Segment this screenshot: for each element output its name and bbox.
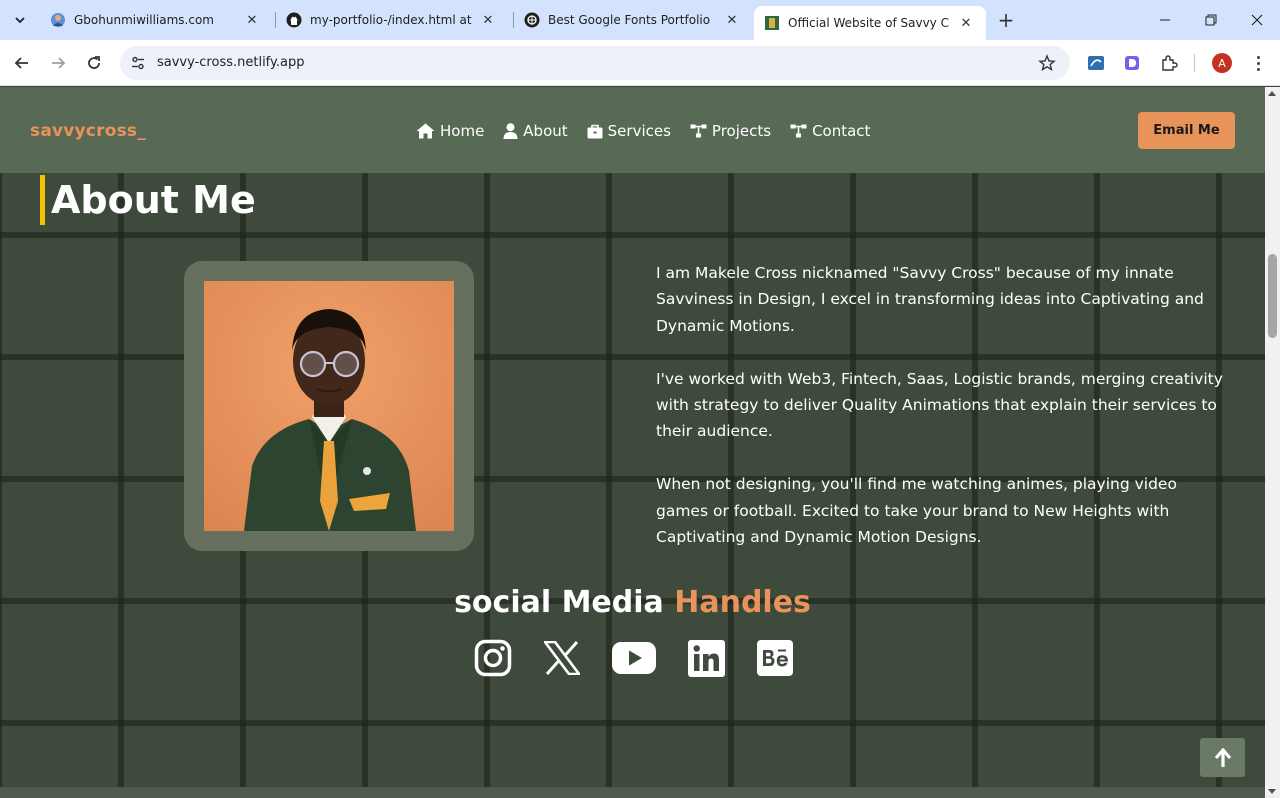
close-icon[interactable]: ✕ <box>480 12 496 28</box>
restore-icon <box>1205 14 1217 26</box>
minimize-button[interactable] <box>1142 0 1188 40</box>
arrow-right-icon <box>52 57 66 69</box>
sitemap-icon <box>790 124 807 138</box>
bio-paragraph: I am Makele Cross nicknamed "Savvy Cross… <box>656 264 1204 335</box>
nav-label: Home <box>440 122 485 140</box>
minimize-icon <box>1160 19 1170 21</box>
nav-about[interactable]: About <box>503 122 568 140</box>
arrow-left-icon <box>14 57 28 69</box>
reload-icon <box>88 56 100 69</box>
browser-menu-button[interactable] <box>1250 53 1266 73</box>
close-icon <box>1251 14 1263 26</box>
linkedin-link[interactable] <box>688 639 725 677</box>
behance-icon <box>757 640 793 676</box>
address-bar[interactable]: savvy-cross.netlify.app <box>120 46 1070 80</box>
youtube-link[interactable] <box>612 642 656 674</box>
social-heading-accent: Handles <box>674 585 811 620</box>
toolbar-divider <box>1194 54 1195 72</box>
back-button[interactable] <box>8 49 36 77</box>
new-tab-button[interactable]: + <box>994 8 1018 32</box>
arrow-up-icon <box>1214 747 1231 767</box>
url-text: savvy-cross.netlify.app <box>157 55 305 70</box>
sitemap-icon <box>690 124 707 138</box>
about-heading: About Me <box>40 175 256 225</box>
briefcase-icon <box>587 124 603 138</box>
close-icon[interactable]: ✕ <box>244 12 260 28</box>
main-nav: Home About Services Projects Contact <box>416 122 889 140</box>
tab-search-button[interactable] <box>8 8 32 32</box>
youtube-icon <box>612 642 656 674</box>
close-window-button[interactable] <box>1234 0 1280 40</box>
nav-services[interactable]: Services <box>587 122 671 140</box>
profile-avatar[interactable]: A <box>1212 53 1232 73</box>
site-settings-icon[interactable] <box>130 55 146 71</box>
nav-label: About <box>523 122 568 140</box>
social-heading-main: social Media <box>454 585 675 620</box>
extension-d-icon[interactable] <box>1123 54 1141 72</box>
github-icon <box>286 12 302 28</box>
profile-photo <box>204 281 454 531</box>
linkedin-icon <box>688 639 725 677</box>
globe-avatar-icon <box>51 13 65 27</box>
behance-link[interactable] <box>757 640 793 676</box>
savvy-favicon <box>765 16 779 30</box>
tab-title: my-portfolio-/index.html at ma <box>310 13 472 27</box>
social-links <box>474 637 825 679</box>
puzzle-extensions-icon[interactable] <box>1160 54 1178 72</box>
restore-button[interactable] <box>1188 0 1234 40</box>
social-heading: social Media Handles <box>0 585 1265 620</box>
home-icon <box>416 123 435 139</box>
scroll-up-arrow[interactable] <box>1268 91 1276 96</box>
profile-photo-frame <box>184 261 474 551</box>
close-icon[interactable]: ✕ <box>958 15 974 31</box>
close-icon[interactable]: ✕ <box>724 12 740 28</box>
email-me-button[interactable]: Email Me <box>1138 112 1235 149</box>
nav-home[interactable]: Home <box>416 122 484 140</box>
bio-paragraph: When not designing, you'll find me watch… <box>656 475 1177 547</box>
footer-edge <box>0 787 1265 798</box>
bio-paragraph: I've worked with Web3, Fintech, Saas, Lo… <box>656 369 1223 441</box>
nav-label: Projects <box>711 122 772 140</box>
about-bio: I am Makele Cross nicknamed "Savvy Cross… <box>656 260 1231 577</box>
x-twitter-link[interactable] <box>544 641 580 675</box>
chevron-down-icon <box>15 17 25 24</box>
tab-title: Best Google Fonts Portfolio <box>548 13 711 27</box>
tab-google-fonts[interactable]: Best Google Fonts Portfolio ✕ <box>514 6 752 34</box>
nav-label: Services <box>607 122 671 140</box>
tab-savvy-cross[interactable]: Official Website of Savvy Cross | ✕ <box>754 6 986 40</box>
scrollbar-thumb[interactable] <box>1268 254 1277 338</box>
bookmark-star-icon[interactable] <box>1038 54 1056 72</box>
page-viewport: savvycross_ Home About Services Projects… <box>0 87 1265 798</box>
page-scrollbar[interactable] <box>1265 87 1280 798</box>
site-header: savvycross_ Home About Services Projects… <box>0 87 1265 173</box>
user-icon <box>503 123 518 139</box>
back-to-top-button[interactable] <box>1200 738 1245 777</box>
instagram-icon <box>474 639 512 677</box>
nav-label: Contact <box>812 122 871 140</box>
tab-title: Official Website of Savvy Cross | <box>788 16 950 30</box>
openai-icon <box>524 12 540 28</box>
instagram-link[interactable] <box>474 639 512 677</box>
tab-title: Gbohunmiwilliams.com <box>74 13 214 27</box>
scroll-down-arrow[interactable] <box>1268 789 1276 794</box>
extension-screen-icon[interactable] <box>1087 54 1105 72</box>
site-logo[interactable]: savvycross_ <box>30 121 146 141</box>
nav-contact[interactable]: Contact <box>790 122 870 140</box>
nav-projects[interactable]: Projects <box>690 122 771 140</box>
tab-gbohunmiwilliams[interactable]: Gbohunmiwilliams.com ✕ <box>40 6 272 34</box>
forward-button[interactable] <box>44 49 72 77</box>
x-twitter-icon <box>544 641 580 675</box>
browser-toolbar: savvy-cross.netlify.app A <box>0 40 1280 86</box>
browser-tab-strip: Gbohunmiwilliams.com ✕ my-portfolio-/ind… <box>0 0 1280 40</box>
reload-button[interactable] <box>80 49 108 77</box>
tab-github[interactable]: my-portfolio-/index.html at ma ✕ <box>276 6 508 34</box>
